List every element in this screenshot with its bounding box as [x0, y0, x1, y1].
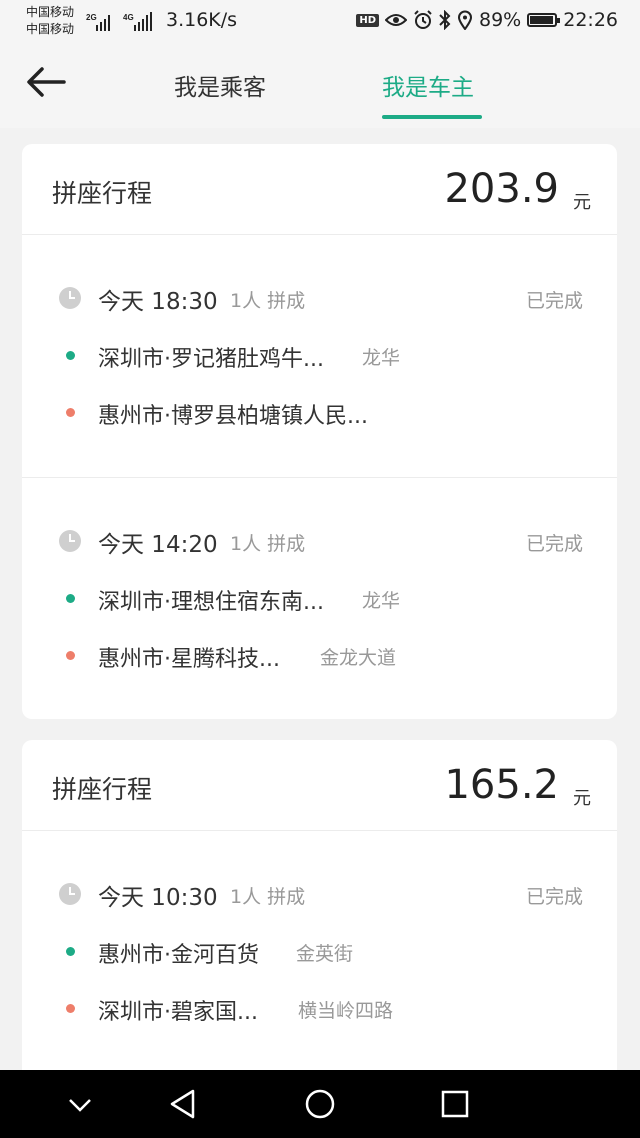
trip-origin-district: 龙华 — [362, 347, 401, 369]
card-title: 拼座行程 — [52, 775, 153, 804]
carrier-sim2: 中国移动 — [26, 22, 75, 36]
total-amount: 165.2 — [444, 762, 559, 808]
back-triangle-icon — [170, 1089, 195, 1119]
currency-unit: 元 — [573, 192, 591, 213]
origin-dot-icon — [66, 351, 75, 360]
net-type-sim1: 2G — [86, 13, 97, 22]
active-tab-indicator — [382, 115, 482, 119]
home-circle-icon — [305, 1089, 335, 1119]
back-button[interactable] — [24, 64, 68, 100]
trip-status: 已完成 — [525, 886, 583, 908]
trip-item[interactable]: 今天 14:20 1人 拼成 已完成 深圳市·理想住宿东南... 龙华 惠州市·… — [22, 478, 617, 719]
trip-summary-card[interactable]: 拼座行程 203.9 元 今天 18:30 1人 拼成 已完成 深圳市·罗记猪肚… — [22, 144, 617, 719]
trip-destination-district: 横当岭四路 — [298, 1000, 394, 1022]
battery-icon — [527, 13, 561, 27]
card-header: 拼座行程 203.9 元 — [22, 144, 617, 235]
clock-icon — [59, 883, 81, 905]
battery-percent: 89% — [479, 9, 522, 31]
destination-dot-icon — [66, 1004, 75, 1013]
trip-passengers: 1人 拼成 — [230, 533, 306, 555]
signal-icon: 2G 4G — [86, 11, 158, 37]
card-title: 拼座行程 — [52, 179, 153, 208]
clock-time: 22:26 — [563, 9, 618, 31]
trip-passengers: 1人 拼成 — [230, 290, 306, 312]
system-recents-button[interactable] — [440, 1088, 470, 1124]
clock-icon — [59, 530, 81, 552]
trip-time: 今天 10:30 — [98, 885, 218, 911]
trip-time: 今天 18:30 — [98, 289, 218, 315]
destination-dot-icon — [66, 408, 75, 417]
top-nav: 我是乘客 我是车主 — [0, 44, 640, 128]
system-nav-bar — [0, 1070, 640, 1138]
trip-item[interactable]: 今天 18:30 1人 拼成 已完成 深圳市·罗记猪肚鸡牛... 龙华 惠州市·… — [22, 235, 617, 478]
eye-icon — [385, 14, 407, 26]
battery-level — [530, 16, 554, 24]
tab-passenger[interactable]: 我是乘客 — [174, 68, 266, 102]
status-icons: HD 89% 22:26 — [356, 9, 618, 31]
destination-dot-icon — [66, 651, 75, 660]
carrier-info: 中国移动 中国移动 — [26, 4, 74, 38]
trip-passengers: 1人 拼成 — [230, 886, 306, 908]
carrier-sim1: 中国移动 — [26, 5, 75, 19]
location-icon — [457, 10, 473, 30]
total-amount: 203.9 — [444, 166, 559, 212]
network-speed: 3.16K/s — [166, 9, 238, 31]
alarm-icon — [414, 10, 432, 29]
trip-origin: 惠州市·金河百货 — [98, 943, 259, 968]
trip-origin: 深圳市·罗记猪肚鸡牛... — [98, 347, 324, 372]
tab-driver[interactable]: 我是车主 — [382, 68, 474, 102]
trip-status: 已完成 — [525, 533, 583, 555]
net-type-sim2: 4G — [123, 13, 134, 22]
system-home-button[interactable] — [303, 1088, 337, 1124]
trip-summary-card[interactable]: 拼座行程 165.2 元 今天 10:30 1人 拼成 已完成 惠州市·金河百货… — [22, 740, 617, 1100]
recents-square-icon — [441, 1090, 469, 1118]
arrow-left-icon — [27, 67, 66, 97]
system-back-button[interactable] — [168, 1088, 198, 1124]
trip-destination: 深圳市·碧家国... — [98, 1000, 258, 1025]
clock-icon — [59, 287, 81, 309]
trip-destination: 惠州市·博罗县柏塘镇人民... — [98, 404, 368, 429]
bluetooth-icon — [439, 10, 451, 30]
trip-origin: 深圳市·理想住宿东南... — [98, 590, 324, 615]
trip-item[interactable]: 今天 10:30 1人 拼成 已完成 惠州市·金河百货 金英街 深圳市·碧家国.… — [22, 831, 617, 1073]
trip-origin-district: 龙华 — [362, 590, 401, 612]
chevron-down-icon — [69, 1099, 91, 1112]
origin-dot-icon — [66, 594, 75, 603]
hd-icon: HD — [356, 13, 379, 27]
origin-dot-icon — [66, 947, 75, 956]
card-header: 拼座行程 165.2 元 — [22, 740, 617, 831]
trip-time: 今天 14:20 — [98, 532, 218, 558]
trip-status: 已完成 — [525, 290, 583, 312]
currency-unit: 元 — [573, 788, 591, 809]
trip-destination-district: 金龙大道 — [320, 647, 397, 669]
status-bar: 中国移动 中国移动 2G 4G 3.16K/s HD 89% 22:26 — [0, 0, 640, 44]
trip-destination: 惠州市·星腾科技... — [98, 647, 280, 672]
collapse-nav-button[interactable] — [66, 1088, 94, 1124]
trip-origin-district: 金英街 — [296, 943, 354, 965]
